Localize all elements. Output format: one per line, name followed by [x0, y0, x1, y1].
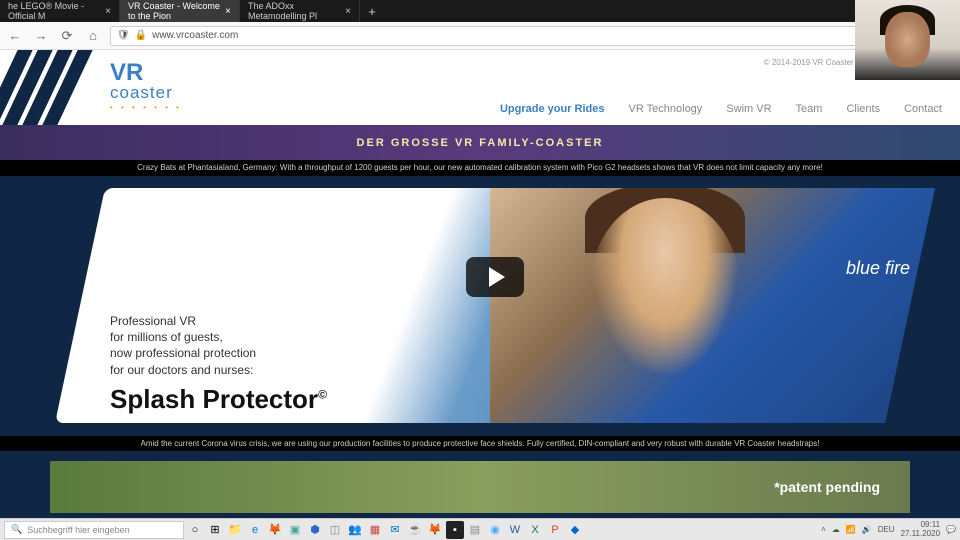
- tab-adoxx[interactable]: The ADOxx Metamodelling Pl ×: [240, 0, 360, 22]
- search-icon: 🔍: [11, 524, 22, 535]
- word-icon[interactable]: W: [506, 521, 524, 539]
- clock-date: 27.11.2020: [901, 530, 940, 539]
- terminal-icon[interactable]: ▪: [446, 521, 464, 539]
- page-content: VR coaster • • • • • • • © 2014-2019 VR …: [0, 50, 960, 520]
- tab-vrcoaster[interactable]: VR Coaster - Welcome to the Pion ×: [120, 0, 240, 22]
- system-tray: ˄ ☁ 📶 🔊 DEU 09:11 27.11.2020 💬: [821, 521, 956, 539]
- crazy-bats-caption: Crazy Bats at Phantasialand, Germany: Wi…: [0, 160, 960, 176]
- tray-chevron-icon[interactable]: ˄: [821, 525, 826, 534]
- nav-team[interactable]: Team: [796, 103, 823, 115]
- task-view-icon[interactable]: ⊞: [206, 521, 224, 539]
- app-icon[interactable]: ☕: [406, 521, 424, 539]
- explorer-icon[interactable]: 📁: [226, 521, 244, 539]
- excel-icon[interactable]: X: [526, 521, 544, 539]
- edge-icon[interactable]: e: [246, 521, 264, 539]
- search-placeholder: Suchbegriff hier eingeben: [27, 525, 129, 535]
- logo-dots: • • • • • • •: [110, 103, 182, 112]
- splash-title: Splash Protector©: [110, 382, 910, 417]
- tab-label: he LEGO® Movie - Official M: [8, 1, 101, 21]
- browser-toolbar: ← → ⟳ ⌂ 🛡 🔒 www.vrcoaster.com ••• ▣ ☆: [0, 22, 960, 50]
- windows-taskbar: 🔍 Suchbegriff hier eingeben ○ ⊞ 📁 e 🦊 ▣ …: [0, 518, 960, 540]
- app-icon[interactable]: ▦: [366, 521, 384, 539]
- forward-button[interactable]: →: [32, 27, 50, 45]
- url-bar[interactable]: 🛡 🔒 www.vrcoaster.com ••• ▣ ☆: [110, 26, 954, 46]
- vrcoaster-logo[interactable]: VR coaster • • • • • • •: [110, 63, 182, 112]
- teams-icon[interactable]: 👥: [346, 521, 364, 539]
- splash-card: blue fire Professional VR for millions o…: [55, 188, 935, 423]
- webcam-overlay: [855, 0, 960, 80]
- outlook-icon[interactable]: ✉: [386, 521, 404, 539]
- site-header: VR coaster • • • • • • • © 2014-2019 VR …: [0, 50, 960, 125]
- logo-coaster-text: coaster: [110, 83, 182, 103]
- splash-intro-text: Professional VR for millions of guests, …: [110, 313, 910, 417]
- app-icon[interactable]: ◉: [486, 521, 504, 539]
- header-slashes-decoration: [0, 50, 95, 125]
- close-icon[interactable]: ×: [105, 6, 111, 17]
- main-navigation: Upgrade your Rides VR Technology Swim VR…: [500, 103, 942, 115]
- app-icon[interactable]: ⬢: [306, 521, 324, 539]
- tab-lego[interactable]: he LEGO® Movie - Official M ×: [0, 0, 120, 22]
- url-text: www.vrcoaster.com: [152, 30, 238, 41]
- reload-button[interactable]: ⟳: [58, 27, 76, 45]
- splash-caption: Amid the current Corona virus crisis, we…: [0, 436, 960, 451]
- patent-pending-text: *patent pending: [774, 479, 880, 495]
- app-icon[interactable]: ▣: [286, 521, 304, 539]
- firefox-icon[interactable]: 🦊: [426, 521, 444, 539]
- tray-language[interactable]: DEU: [878, 525, 895, 534]
- tab-label: The ADOxx Metamodelling Pl: [248, 1, 341, 21]
- nav-upgrade-rides[interactable]: Upgrade your Rides: [500, 103, 605, 115]
- app-icon[interactable]: ◆: [566, 521, 584, 539]
- lock-icon: 🔒: [135, 30, 147, 41]
- nav-contact[interactable]: Contact: [904, 103, 942, 115]
- app-icon[interactable]: ◫: [326, 521, 344, 539]
- nav-swim-vr[interactable]: Swim VR: [726, 103, 771, 115]
- close-icon[interactable]: ×: [345, 6, 351, 17]
- back-button[interactable]: ←: [6, 27, 24, 45]
- close-icon[interactable]: ×: [225, 6, 231, 17]
- patent-banner[interactable]: *patent pending: [50, 461, 910, 513]
- banner-tagline: DER GROSSE VR FAMILY-COASTER: [357, 137, 604, 149]
- tray-cloud-icon[interactable]: ☁: [832, 525, 840, 534]
- home-button[interactable]: ⌂: [84, 27, 102, 45]
- splash-line: Professional VR: [110, 313, 910, 329]
- nav-clients[interactable]: Clients: [846, 103, 880, 115]
- tray-network-icon[interactable]: 📶: [846, 525, 856, 534]
- tray-volume-icon[interactable]: 🔊: [862, 525, 872, 534]
- notifications-icon[interactable]: 💬: [946, 525, 956, 534]
- splash-line: for millions of guests,: [110, 330, 910, 346]
- browser-tab-bar: he LEGO® Movie - Official M × VR Coaster …: [0, 0, 960, 22]
- logo-vr-text: VR: [110, 59, 143, 86]
- firefox-icon[interactable]: 🦊: [266, 521, 284, 539]
- powerpoint-icon[interactable]: P: [546, 521, 564, 539]
- taskbar-search[interactable]: 🔍 Suchbegriff hier eingeben: [4, 521, 184, 539]
- shield-icon: 🛡: [117, 30, 130, 41]
- splash-protector-section: blue fire Professional VR for millions o…: [0, 176, 960, 436]
- nav-vr-technology[interactable]: VR Technology: [629, 103, 703, 115]
- new-tab-button[interactable]: +: [360, 0, 384, 22]
- tray-clock[interactable]: 09:11 27.11.2020: [901, 521, 940, 539]
- cortana-icon[interactable]: ○: [186, 521, 204, 539]
- tab-label: VR Coaster - Welcome to the Pion: [128, 1, 221, 21]
- crazy-bats-banner[interactable]: DER GROSSE VR FAMILY-COASTER: [0, 125, 960, 160]
- splash-line: now professional protection: [110, 346, 910, 362]
- splash-line: for our doctors and nurses:: [110, 362, 910, 378]
- webcam-face: [885, 12, 930, 67]
- play-button[interactable]: [466, 258, 524, 298]
- app-icon[interactable]: ▤: [466, 521, 484, 539]
